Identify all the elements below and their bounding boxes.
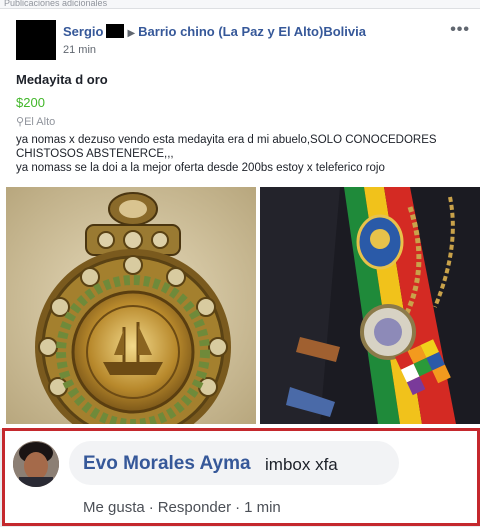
medal-illustration xyxy=(6,187,256,424)
commenter-avatar[interactable] xyxy=(13,441,59,487)
listing-location: ⚲El Alto xyxy=(16,115,55,128)
listing-price: $200 xyxy=(16,95,45,110)
post-body-line: ya nomass se la doi a la mejor oferta de… xyxy=(16,162,385,174)
like-link[interactable]: Me gusta xyxy=(83,499,145,516)
separator-dot: · xyxy=(235,499,241,516)
ellipsis-icon[interactable]: ••• xyxy=(450,21,470,39)
map-pin-icon: ⚲ xyxy=(16,116,25,128)
commenter-name[interactable]: Evo Morales Ayma xyxy=(83,453,251,475)
sash-photo[interactable] xyxy=(260,187,480,424)
location-label: El Alto xyxy=(24,116,56,128)
post-header: Sergio ▶ Barrio chino (La Paz y El Alto)Bo… xyxy=(63,24,366,39)
marketplace-post: Sergio ▶ Barrio chino (La Paz y El Alto)Bo… xyxy=(0,8,480,429)
redaction-block xyxy=(106,24,125,38)
commenter-face-image xyxy=(13,441,59,487)
top-strip: Publicaciones adicionales xyxy=(0,0,480,8)
comment-bubble: Evo Morales Ayma imbox xfa xyxy=(69,441,399,485)
separator-dot: · xyxy=(148,499,154,516)
comment-text: imbox xfa xyxy=(265,455,338,474)
group-name[interactable]: Barrio chino (La Paz y El Alto)Bolivia xyxy=(138,24,366,39)
author-avatar-redacted[interactable] xyxy=(16,20,56,60)
listing-title: Medayita d oro xyxy=(16,72,108,87)
post-body-line: ya nomas x dezuso vendo esta medayita er… xyxy=(16,134,437,146)
comment-time[interactable]: 1 min xyxy=(244,499,281,516)
reply-link[interactable]: Responder xyxy=(158,499,231,516)
author-name[interactable]: Sergio xyxy=(63,24,103,39)
medal-photo[interactable] xyxy=(6,187,256,424)
post-body: ya nomas x dezuso vendo esta medayita er… xyxy=(16,133,480,175)
arrow-right-icon: ▶ xyxy=(127,28,136,39)
comment-actions: Me gusta · Responder · 1 min xyxy=(83,499,281,516)
post-body-line: CHISTOSOS ABSTENERCE,,, xyxy=(16,148,174,160)
highlighted-comment: Evo Morales Ayma imbox xfa Me gusta · Resp… xyxy=(2,428,480,526)
sash-illustration xyxy=(260,187,480,424)
post-time[interactable]: 21 min xyxy=(63,44,96,56)
